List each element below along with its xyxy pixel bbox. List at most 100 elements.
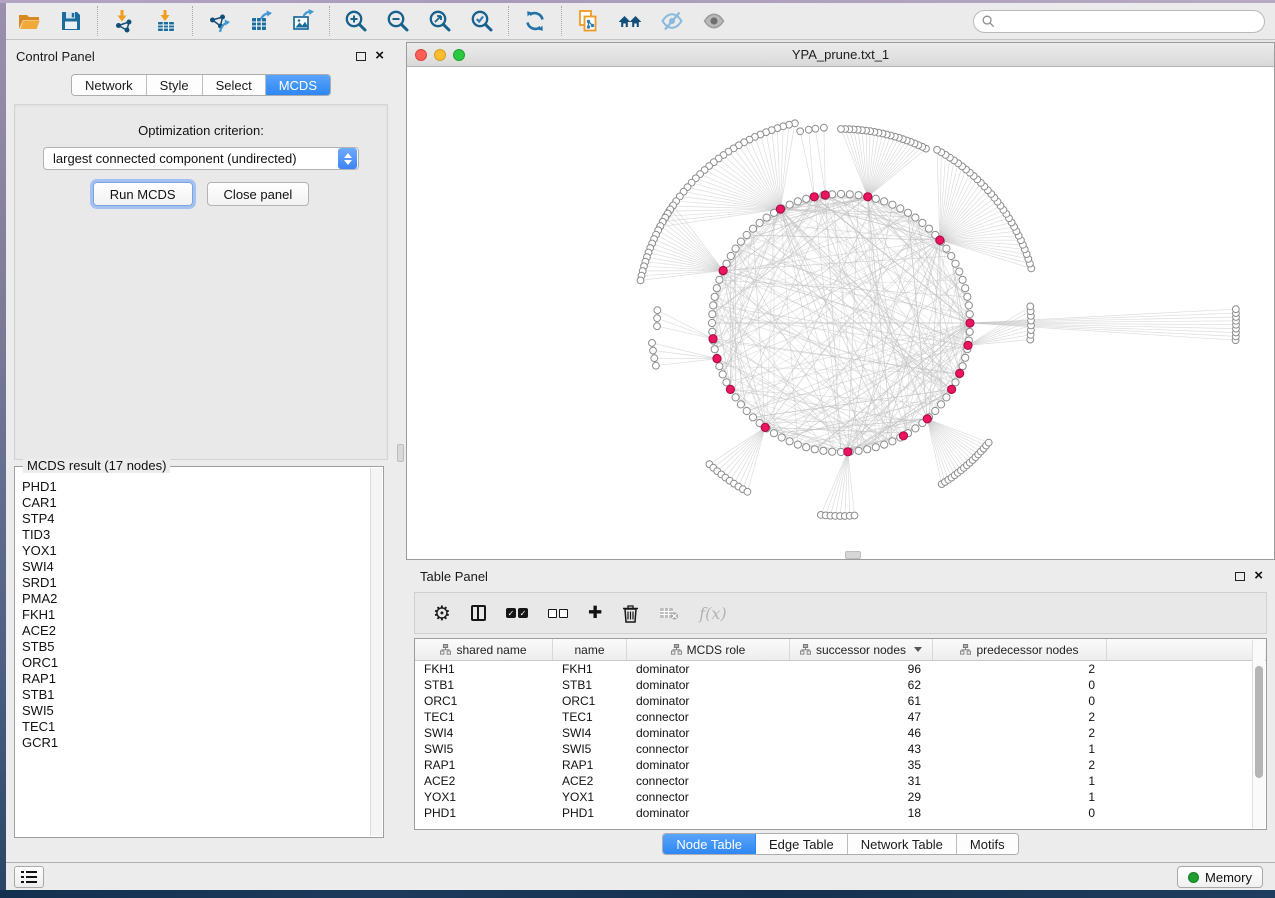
mcds-result-item[interactable]: GCR1 xyxy=(22,735,369,751)
mcds-result-scrollbar[interactable] xyxy=(370,468,382,836)
mcds-result-item[interactable]: STB1 xyxy=(22,687,369,703)
table-row[interactable]: PHD1PHD1dominator180 xyxy=(415,805,1266,821)
table-row[interactable]: TEC1TEC1connector472 xyxy=(415,709,1266,725)
vertical-splitter-handle[interactable] xyxy=(397,444,404,462)
table-scrollbar-thumb[interactable] xyxy=(1255,666,1263,778)
close-panel-button[interactable]: Close panel xyxy=(207,182,310,206)
table-row[interactable]: ORC1ORC1dominator610 xyxy=(415,693,1266,709)
mcds-result-item[interactable]: ORC1 xyxy=(22,655,369,671)
tab-mcds[interactable]: MCDS xyxy=(266,75,330,95)
column-header-name[interactable]: name xyxy=(553,639,627,660)
cell-successor-nodes: 18 xyxy=(790,806,933,820)
refresh-layout-icon[interactable] xyxy=(514,5,556,37)
float-panel-icon[interactable] xyxy=(356,52,366,61)
memory-button[interactable]: Memory xyxy=(1177,866,1263,888)
attribute-icon xyxy=(800,644,811,655)
cell-predecessor-nodes: 0 xyxy=(933,678,1107,692)
table-row[interactable]: ACE2ACE2connector311 xyxy=(415,773,1266,789)
column-header-MCDS-role[interactable]: MCDS role xyxy=(627,639,790,660)
close-panel-icon[interactable]: × xyxy=(375,51,384,61)
desktop-background-bottom xyxy=(0,890,1275,898)
import-network-icon[interactable] xyxy=(103,5,145,37)
cell-predecessor-nodes: 1 xyxy=(933,774,1107,788)
export-network-icon[interactable] xyxy=(198,5,240,37)
zoom-selected-icon[interactable] xyxy=(461,5,503,37)
close-panel-icon[interactable]: × xyxy=(1254,571,1263,581)
table-row[interactable]: RAP1RAP1dominator352 xyxy=(415,757,1266,773)
control-panel: Control Panel × NetworkStyleSelectMCDS O… xyxy=(6,40,396,862)
mcds-result-item[interactable]: SRD1 xyxy=(22,575,369,591)
table-row[interactable]: SWI5SWI5connector431 xyxy=(415,741,1266,757)
hide-selected-icon[interactable] xyxy=(651,5,693,37)
zoom-fit-icon[interactable] xyxy=(419,5,461,37)
run-mcds-button[interactable]: Run MCDS xyxy=(93,182,193,206)
mcds-result-item[interactable]: PHD1 xyxy=(22,479,369,495)
control-panel-title: Control Panel xyxy=(16,49,95,64)
tab-motifs[interactable]: Motifs xyxy=(957,834,1018,854)
mcds-result-item[interactable]: RAP1 xyxy=(22,671,369,687)
mcds-result-item[interactable]: PMA2 xyxy=(22,591,369,607)
task-history-icon[interactable] xyxy=(14,866,44,888)
mcds-result-item[interactable]: STP4 xyxy=(22,511,369,527)
column-header-predecessor-nodes[interactable]: predecessor nodes xyxy=(933,639,1107,660)
save-session-icon[interactable] xyxy=(50,5,92,37)
tab-node-table[interactable]: Node Table xyxy=(663,834,756,854)
horizontal-splitter-handle[interactable] xyxy=(845,551,861,559)
cell-predecessor-nodes: 2 xyxy=(933,726,1107,740)
mcds-result-item[interactable]: TID3 xyxy=(22,527,369,543)
mcds-result-item[interactable]: ACE2 xyxy=(22,623,369,639)
tab-network[interactable]: Network xyxy=(72,75,147,95)
show-all-icon[interactable] xyxy=(693,5,735,37)
status-bar: Memory xyxy=(0,862,1275,890)
table-scrollbar[interactable] xyxy=(1252,640,1265,828)
network-from-selection-icon[interactable] xyxy=(567,5,609,37)
cell-MCDS-role: connector xyxy=(627,710,790,724)
mcds-result-item[interactable]: YOX1 xyxy=(22,543,369,559)
select-all-icon[interactable]: ✓✓ xyxy=(506,608,528,618)
table-row[interactable]: YOX1YOX1connector291 xyxy=(415,789,1266,805)
cell-MCDS-role: dominator xyxy=(627,662,790,676)
column-header-successor-nodes[interactable]: successor nodes xyxy=(790,639,933,660)
mcds-result-item[interactable]: STB5 xyxy=(22,639,369,655)
table-row[interactable]: SWI4SWI4dominator462 xyxy=(415,725,1266,741)
mcds-result-item[interactable]: FKH1 xyxy=(22,607,369,623)
node-table-body: FKH1FKH1dominator962STB1STB1dominator620… xyxy=(415,661,1266,821)
mcds-result-list[interactable]: PHD1CAR1STP4TID3YOX1SWI4SRD1PMA2FKH1ACE2… xyxy=(16,471,369,836)
table-row[interactable]: FKH1FKH1dominator962 xyxy=(415,661,1266,677)
tab-network-table[interactable]: Network Table xyxy=(848,834,957,854)
network-canvas[interactable] xyxy=(407,67,1274,559)
main-toolbar xyxy=(0,0,1275,40)
mcds-result-item[interactable]: TEC1 xyxy=(22,719,369,735)
zoom-in-icon[interactable] xyxy=(335,5,377,37)
float-panel-icon[interactable] xyxy=(1235,572,1245,581)
search-input[interactable] xyxy=(1000,14,1256,28)
delete-icon[interactable] xyxy=(622,604,639,623)
cell-successor-nodes: 43 xyxy=(790,742,933,756)
cell-successor-nodes: 29 xyxy=(790,790,933,804)
open-file-icon[interactable] xyxy=(8,5,50,37)
cell-shared-name: ORC1 xyxy=(415,694,553,708)
mcds-result-item[interactable]: SWI4 xyxy=(22,559,369,575)
tab-select[interactable]: Select xyxy=(203,75,266,95)
zoom-out-icon[interactable] xyxy=(377,5,419,37)
cell-shared-name: STB1 xyxy=(415,678,553,692)
export-table-icon[interactable] xyxy=(240,5,282,37)
import-table-icon[interactable] xyxy=(145,5,187,37)
first-neighbors-icon[interactable] xyxy=(609,5,651,37)
mcds-result-item[interactable]: CAR1 xyxy=(22,495,369,511)
export-image-icon[interactable] xyxy=(282,5,324,37)
control-panel-tabs: NetworkStyleSelectMCDS xyxy=(71,74,331,96)
add-icon[interactable]: ✚ xyxy=(588,603,602,623)
desktop-background-left xyxy=(0,3,6,890)
column-header-shared-name[interactable]: shared name xyxy=(415,639,553,660)
table-row[interactable]: STB1STB1dominator620 xyxy=(415,677,1266,693)
criterion-dropdown[interactable]: largest connected component (undirected) xyxy=(43,147,359,170)
mcds-result-item[interactable]: SWI5 xyxy=(22,703,369,719)
tab-edge-table[interactable]: Edge Table xyxy=(756,834,848,854)
cell-shared-name: PHD1 xyxy=(415,806,553,820)
tab-style[interactable]: Style xyxy=(147,75,203,95)
show-columns-icon[interactable] xyxy=(471,605,486,621)
deselect-all-icon[interactable] xyxy=(548,609,568,618)
network-window-titlebar[interactable]: YPA_prune.txt_1 xyxy=(407,43,1274,67)
table-settings-icon[interactable]: ⚙ xyxy=(433,603,451,623)
